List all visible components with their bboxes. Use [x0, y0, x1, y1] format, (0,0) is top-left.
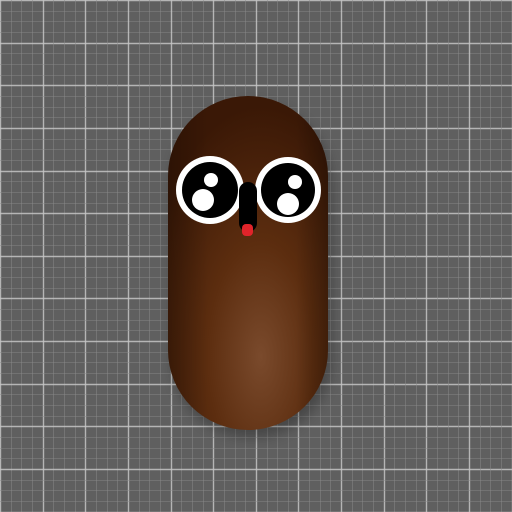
- right-eye-highlight-large: [277, 193, 299, 215]
- left-eye: [176, 156, 244, 224]
- left-eye-highlight-large: [192, 189, 214, 211]
- tongue: [242, 224, 253, 236]
- right-eye: [255, 157, 321, 223]
- game-viewport[interactable]: [0, 0, 512, 512]
- left-eye-highlight-small: [204, 173, 218, 187]
- character-body: [168, 96, 332, 438]
- mouth: [239, 182, 257, 236]
- character[interactable]: [0, 0, 512, 512]
- right-eye-highlight-small: [288, 175, 302, 189]
